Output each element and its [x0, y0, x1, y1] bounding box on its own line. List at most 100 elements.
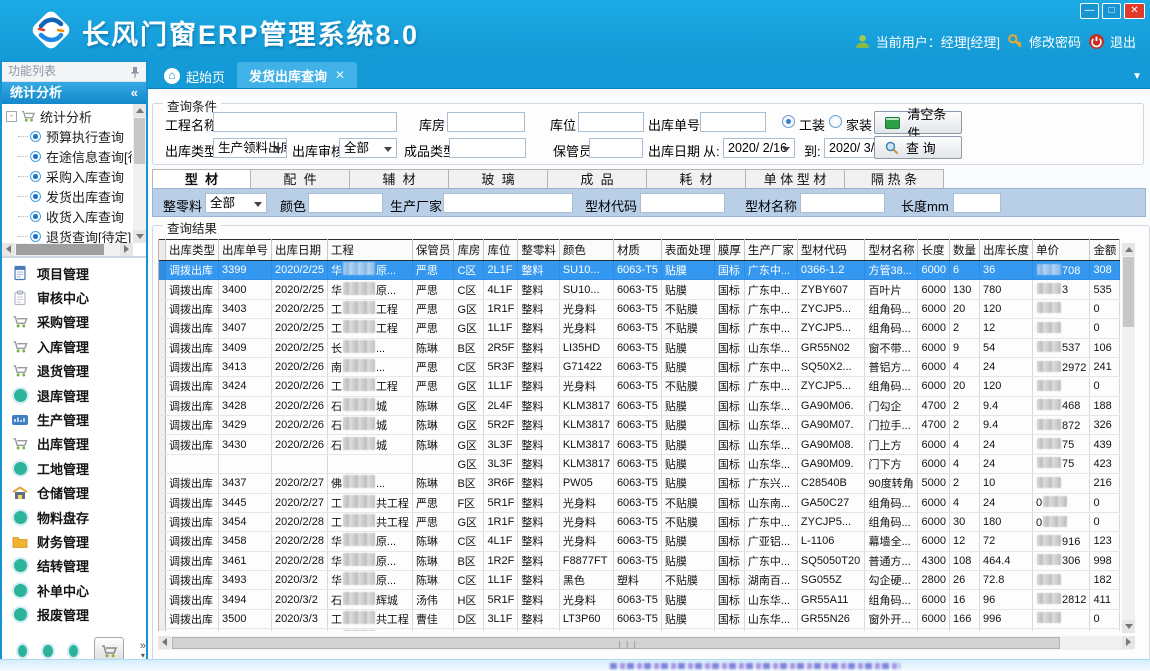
date-from-dropdown[interactable]: 2020/ 2/16 [723, 138, 795, 158]
scroll-down-icon[interactable] [1122, 620, 1135, 633]
scroll-up-icon[interactable] [1122, 243, 1135, 256]
warehouse-input[interactable] [447, 112, 525, 132]
tree-vscroll-thumb[interactable] [134, 118, 145, 164]
column-header[interactable]: 库位 [484, 240, 518, 261]
table-row[interactable]: 调拨出库34582020/2/28华原...陈琳C区4L1F整料光身料6063-… [159, 532, 1120, 551]
clear-conditions-button[interactable]: 清空条件 [874, 111, 962, 134]
sidebar-item-物料盘存[interactable]: 物料盘存 [2, 505, 146, 529]
close-button[interactable]: ✕ [1124, 3, 1145, 19]
sidebar-item-生产管理[interactable]: 生产管理 [2, 407, 146, 431]
logout-link[interactable]: 退出 [1088, 32, 1136, 51]
material-tab-辅材[interactable]: 辅 材 [350, 169, 449, 189]
tab-shipment-query[interactable]: 发货出库查询 ✕ [237, 62, 357, 88]
manufacturer-input[interactable] [443, 193, 573, 213]
table-hscroll-thumb[interactable]: ❘❘❘ [172, 637, 1060, 649]
scroll-left-icon[interactable] [158, 636, 171, 649]
column-header[interactable]: 表面处理 [661, 240, 714, 261]
table-row[interactable]: 调拨出库34072020/2/25工工程严思G区1L1F整料光身料6063-T5… [159, 319, 1120, 338]
table-row[interactable]: 调拨出库34452020/2/27工共工程严思F区5R1F整料光身料6063-T… [159, 493, 1120, 512]
table-row[interactable]: 调拨出库34542020/2/28工共工程严思G区1R1F整料光身料6063-T… [159, 512, 1120, 531]
table-row[interactable]: 调拨出库34132020/2/26南...严思C区5R3F整料G71422606… [159, 357, 1120, 376]
column-header[interactable]: 工程 [327, 240, 412, 261]
column-header[interactable]: 出库长度 [979, 240, 1032, 261]
table-row[interactable]: 调拨出库33992020/2/25华原...严思C区2L1F整料SU10...6… [159, 261, 1120, 280]
column-header[interactable]: 长度 [918, 240, 949, 261]
length-input[interactable] [953, 193, 1001, 213]
sidebar-item-采购管理[interactable]: 采购管理 [2, 310, 146, 334]
sidebar-item-入库管理[interactable]: 入库管理 [2, 334, 146, 358]
scroll-right-icon[interactable] [1122, 636, 1135, 649]
keeper-input[interactable] [589, 138, 643, 158]
material-tab-成品[interactable]: 成 品 [548, 169, 647, 189]
table-row[interactable]: 调拨出库34612020/2/28华原...陈琳B区1R2F整料F8877FT6… [159, 551, 1120, 570]
sidebar-item-结转管理[interactable]: 结转管理 [2, 554, 146, 578]
sidebar-item-仓储管理[interactable]: 仓储管理 [2, 481, 146, 505]
sidebar-item-报废管理[interactable]: 报废管理 [2, 602, 146, 626]
out-type-dropdown[interactable]: 生产领料出库 [213, 138, 287, 158]
sidebar-item-项目管理[interactable]: 项目管理 [2, 261, 146, 285]
tree-horizontal-scrollbar[interactable] [2, 243, 133, 256]
column-header[interactable]: 库房 [454, 240, 484, 261]
tree-item-采购入库查询[interactable]: 采购入库查询 [4, 166, 132, 186]
search-button[interactable]: 查 询 [874, 136, 962, 159]
scroll-down-icon[interactable] [133, 230, 146, 243]
tree-item-发货出库查询[interactable]: 发货出库查询 [4, 186, 132, 206]
scroll-left-icon[interactable] [2, 243, 15, 256]
tree-item-预算执行查询[interactable]: 预算执行查询 [4, 126, 132, 146]
sidebar-more-button[interactable]: » ▾ [140, 642, 146, 660]
tree-vertical-scrollbar[interactable] [133, 104, 146, 243]
material-tab-耗材[interactable]: 耗 材 [647, 169, 746, 189]
tab-list-caret-icon[interactable]: ▼ [1132, 71, 1142, 82]
quick-circle-icon[interactable] [69, 645, 78, 657]
sidebar-item-补单中心[interactable]: 补单中心 [2, 578, 146, 602]
material-tab-玻璃[interactable]: 玻 璃 [449, 169, 548, 189]
table-horizontal-scrollbar[interactable]: ❘❘❘ [158, 636, 1135, 650]
table-row[interactable]: 调拨出库34242020/2/26工工程严思G区1L1F整料光身料6063-T5… [159, 377, 1120, 396]
material-tab-单体型材[interactable]: 单 体 型 材 [746, 169, 845, 189]
collapse-icon[interactable]: « [131, 82, 138, 104]
audit-dropdown[interactable]: 全部 [339, 138, 397, 158]
tree-item-在途信息查询待[interactable]: 在途信息查询[待 [4, 146, 132, 166]
sidebar-item-出库管理[interactable]: 出库管理 [2, 432, 146, 456]
table-row[interactable]: 调拨出库34292020/2/26石城陈琳G区5R2F整料KLM38176063… [159, 416, 1120, 435]
section-header[interactable]: 统计分析 « [2, 82, 146, 104]
quick-circle-icon[interactable] [43, 645, 52, 657]
tree-hscroll-thumb[interactable] [16, 244, 104, 255]
table-row[interactable]: 调拨出库34282020/2/26石城陈琳G区2L4F整料KLM38176063… [159, 396, 1120, 415]
sidebar-item-审核中心[interactable]: 审核中心 [2, 285, 146, 309]
radio-industrial-label[interactable]: 工装 [799, 115, 825, 134]
table-row[interactable]: 调拨出库34092020/2/25长...陈琳B区2R5F整料LI35HD606… [159, 338, 1120, 357]
profile-code-input[interactable] [640, 193, 725, 213]
column-header[interactable]: 型材名称 [865, 240, 918, 261]
column-header[interactable]: 出库日期 [272, 240, 328, 261]
column-header[interactable]: 生产厂家 [744, 240, 797, 261]
table-row[interactable]: G区3L3F整料KLM38176063-T5贴膜国标山东华...GA90M09.… [159, 454, 1120, 473]
tree-root-item[interactable]: -统计分析 [4, 106, 132, 126]
column-header[interactable]: 颜色 [559, 240, 613, 261]
tab-home[interactable]: ⌂ 起始页 [152, 64, 237, 88]
material-tab-隔热条[interactable]: 隔 热 条 [845, 169, 944, 189]
tree-item-退货查询待定[interactable]: 退货查询[待定] [4, 226, 132, 243]
radio-home-label[interactable]: 家装 [846, 115, 872, 134]
material-tab-配件[interactable]: 配 件 [251, 169, 350, 189]
table-row[interactable]: 调拨出库34372020/2/27佛...陈琳B区3R6F整料PW056063-… [159, 474, 1120, 493]
color-input[interactable] [308, 193, 383, 213]
column-header[interactable]: 出库单号 [219, 240, 272, 261]
sidebar-item-工地管理[interactable]: 工地管理 [2, 456, 146, 480]
tab-close-icon[interactable]: ✕ [335, 68, 345, 82]
table-row[interactable]: 调拨出库35102020/3/4工共工程陈琳F区5R1F整料光身料6063-T5… [159, 629, 1120, 631]
column-header[interactable]: 整零料 [518, 240, 560, 261]
column-header[interactable]: 材质 [613, 240, 661, 261]
tree-expander-icon[interactable]: - [6, 111, 17, 122]
location-input[interactable] [578, 112, 644, 132]
profile-name-input[interactable] [800, 193, 885, 213]
order-no-input[interactable] [700, 112, 766, 132]
table-row[interactable]: 调拨出库34942020/3/2石辉城汤伟H区5R1F整料光身料6063-T5贴… [159, 590, 1120, 609]
column-header[interactable]: 保管员 [412, 240, 454, 261]
table-row[interactable]: 调拨出库34032020/2/25工工程严思G区1R1F整料光身料6063-T5… [159, 299, 1120, 318]
column-header[interactable]: 单价 [1032, 240, 1089, 261]
scroll-right-icon[interactable] [120, 243, 133, 256]
column-header[interactable]: 膜厚 [714, 240, 744, 261]
pin-icon[interactable] [130, 66, 140, 78]
sidebar-item-退库管理[interactable]: 退库管理 [2, 383, 146, 407]
